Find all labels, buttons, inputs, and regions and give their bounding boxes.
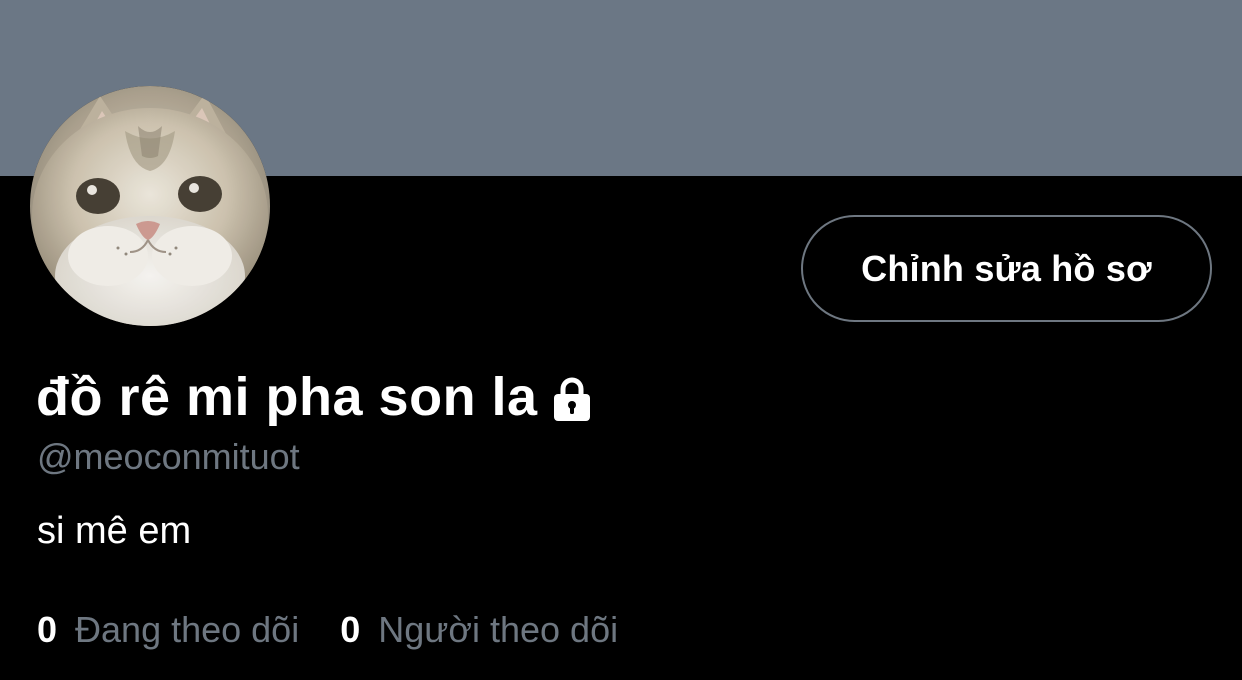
followers-count: 0	[340, 609, 361, 650]
display-name-row: đồ rê mi pha son la	[36, 362, 596, 432]
lock-icon	[548, 374, 596, 422]
edit-profile-button[interactable]: Chỉnh sửa hồ sơ	[801, 215, 1212, 322]
following-label: Đang theo dõi	[75, 609, 300, 650]
following-stat-link[interactable]: 0 Đang theo dõi	[37, 609, 299, 651]
display-name: đồ rê mi pha son la	[36, 367, 538, 427]
profile-handle: @meoconmituot	[37, 436, 300, 477]
followers-label: Người theo dõi	[378, 609, 619, 650]
followers-stat-link[interactable]: 0 Người theo dõi	[340, 609, 618, 651]
profile-bio: si mê em	[37, 510, 192, 552]
profile-stats: 0 Đang theo dõi 0 Người theo dõi	[37, 606, 659, 654]
cat-avatar-image	[30, 86, 270, 326]
following-count: 0	[37, 609, 58, 650]
profile-avatar[interactable]	[30, 86, 270, 326]
profile-page: Chỉnh sửa hồ sơ đồ rê mi pha son la @meo…	[0, 0, 1242, 680]
